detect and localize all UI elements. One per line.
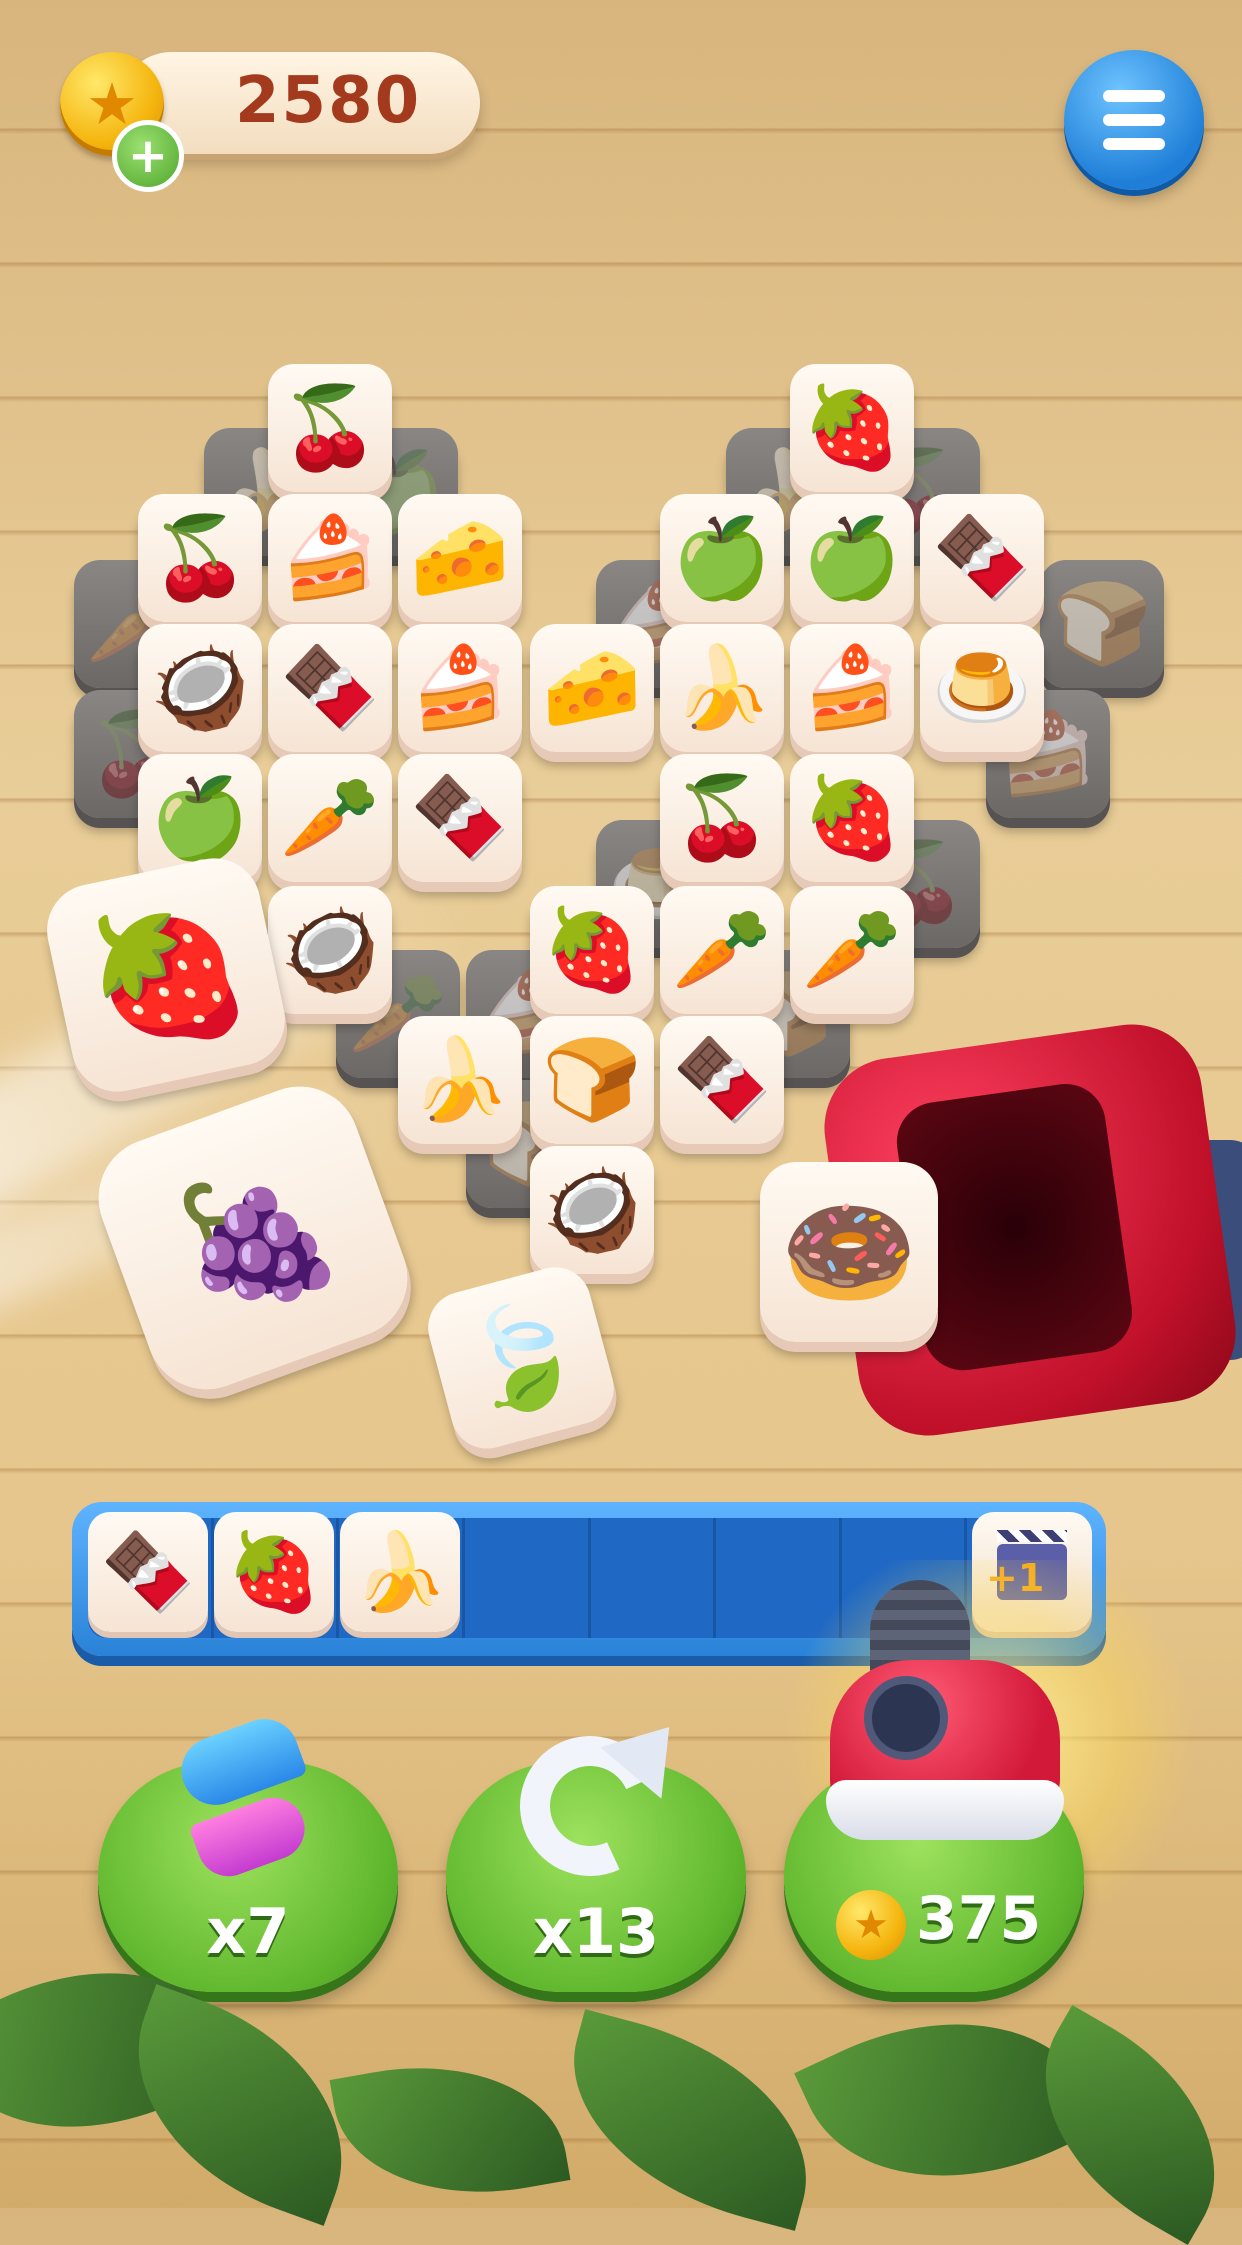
menu-icon [1103, 90, 1165, 102]
tile[interactable]: 🍰 [268, 494, 392, 622]
leaf-decoration [543, 2009, 837, 2231]
tile[interactable]: 🍏 [660, 494, 784, 622]
tile[interactable]: 🥥 [268, 886, 392, 1014]
tile[interactable]: 🍒 [138, 494, 262, 622]
vacuum-icon [826, 1640, 1064, 1840]
tile[interactable]: 🍒 [268, 364, 392, 492]
tile[interactable]: 🍏 [790, 494, 914, 622]
tray-tile: 🍫 [88, 1512, 208, 1632]
menu-button[interactable] [1064, 50, 1204, 190]
tile[interactable]: 🥥 [530, 1146, 654, 1274]
tile[interactable]: 🥕 [268, 754, 392, 882]
flying-tile: 🍓 [38, 849, 294, 1101]
shuffle-count: x7 [206, 1895, 290, 1968]
tile[interactable]: 🍒 [660, 754, 784, 882]
tray-slot [465, 1518, 591, 1638]
leaf-decoration [329, 2041, 571, 2219]
tile[interactable]: 🍮 [920, 624, 1044, 752]
tile[interactable]: 🍫 [660, 1016, 784, 1144]
tile[interactable]: 🍫 [920, 494, 1044, 622]
tile[interactable]: 🍌 [660, 624, 784, 752]
tray-tile: 🍓 [214, 1512, 334, 1632]
hidden-tile: 🍞 [1040, 560, 1164, 688]
flying-tile: 🍃 [420, 1259, 622, 1457]
coin-icon: ★ [836, 1890, 906, 1960]
tile[interactable]: 🍓 [530, 886, 654, 1014]
flying-tile: 🍩 [760, 1162, 938, 1342]
tile[interactable]: 🍞 [530, 1016, 654, 1144]
tile[interactable]: 🥕 [790, 886, 914, 1014]
tile[interactable]: 🍰 [398, 624, 522, 752]
tile[interactable]: 🍫 [268, 624, 392, 752]
coin-count: 2580 [235, 64, 422, 138]
tile[interactable]: 🧀 [398, 494, 522, 622]
vacuum-price: 375 [916, 1884, 1042, 1954]
shuffle-button[interactable]: x7 [98, 1762, 398, 1992]
tile[interactable]: 🥥 [138, 624, 262, 752]
tile[interactable]: 🍫 [398, 754, 522, 882]
undo-count: x13 [532, 1895, 660, 1968]
tile[interactable]: 🍌 [398, 1016, 522, 1144]
tile[interactable]: 🍓 [790, 364, 914, 492]
tile[interactable]: 🍓 [790, 754, 914, 882]
tray-tile: 🍌 [340, 1512, 460, 1632]
tile[interactable]: 🧀 [530, 624, 654, 752]
tray-slot [591, 1518, 717, 1638]
add-coins-button[interactable]: + [112, 120, 184, 192]
tile[interactable]: 🍰 [790, 624, 914, 752]
tile[interactable]: 🥕 [660, 886, 784, 1014]
